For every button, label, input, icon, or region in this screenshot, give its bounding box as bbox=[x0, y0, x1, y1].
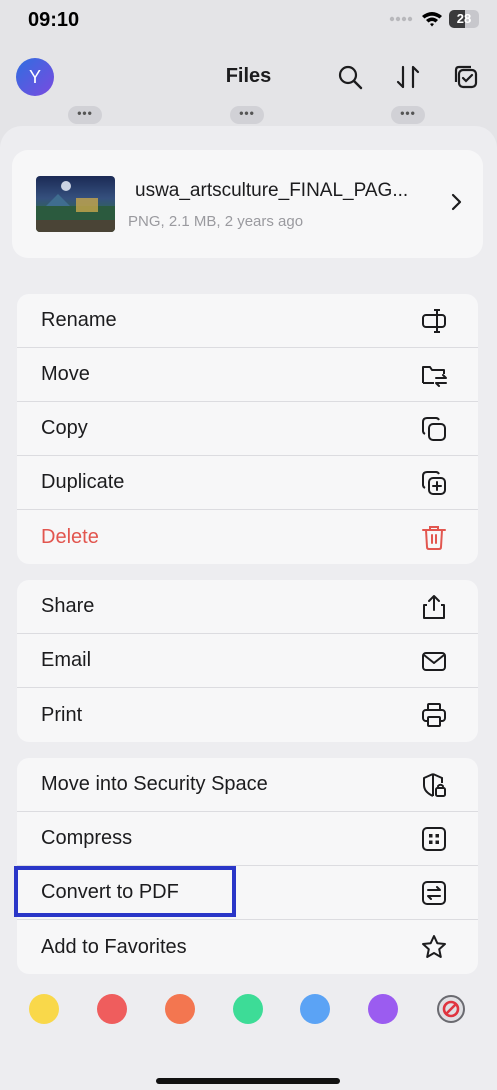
share-item[interactable]: Share bbox=[17, 580, 478, 634]
share-icon bbox=[423, 595, 445, 619]
color-tag-green[interactable] bbox=[233, 994, 263, 1024]
color-tag-row bbox=[0, 990, 497, 1030]
color-tag-purple[interactable] bbox=[368, 994, 398, 1024]
security-space-item[interactable]: Move into Security Space bbox=[17, 758, 478, 812]
rename-label: Rename bbox=[41, 309, 117, 331]
add-to-favorites-label: Add to Favorites bbox=[41, 935, 187, 958]
share-actions-group: Share Email Print bbox=[17, 580, 478, 742]
print-label: Print bbox=[41, 703, 83, 726]
more-icon: ••• bbox=[391, 106, 425, 124]
duplicate-label: Duplicate bbox=[41, 471, 125, 493]
move-item[interactable]: Move bbox=[17, 348, 478, 402]
shield-lock-icon bbox=[423, 773, 446, 797]
wifi-icon bbox=[422, 12, 442, 27]
move-label: Move bbox=[41, 363, 90, 385]
delete-label: Delete bbox=[41, 525, 99, 548]
duplicate-item[interactable]: Duplicate bbox=[17, 456, 478, 510]
file-thumbnail bbox=[36, 176, 115, 232]
app-bar: Y Files bbox=[0, 50, 497, 104]
print-item[interactable]: Print bbox=[17, 688, 478, 742]
compress-icon bbox=[422, 827, 446, 851]
more-icon: ••• bbox=[68, 106, 102, 124]
file-actions-group: Rename Move Copy Duplicate Delete bbox=[17, 294, 478, 564]
page-title: Files bbox=[225, 65, 272, 87]
color-tag-orange[interactable] bbox=[165, 994, 195, 1024]
add-to-favorites-item[interactable]: Add to Favorites bbox=[17, 920, 478, 974]
printer-icon bbox=[422, 703, 446, 727]
copy-icon bbox=[422, 417, 446, 441]
duplicate-icon bbox=[422, 471, 446, 495]
home-indicator bbox=[156, 1078, 340, 1084]
email-item[interactable]: Email bbox=[17, 634, 478, 688]
copy-label: Copy bbox=[41, 417, 88, 439]
search-icon[interactable] bbox=[336, 63, 364, 91]
rename-icon bbox=[422, 309, 446, 333]
no-color-icon[interactable] bbox=[436, 994, 466, 1024]
share-label: Share bbox=[41, 595, 95, 617]
file-name: uswa_artsculture_FINAL_PAG... bbox=[135, 180, 409, 201]
star-icon bbox=[422, 935, 446, 958]
more-actions-group: Move into Security Space Compress Conver… bbox=[17, 758, 478, 974]
compress-item[interactable]: Compress bbox=[17, 812, 478, 866]
convert-icon bbox=[422, 881, 446, 905]
convert-to-pdf-label: Convert to PDF bbox=[41, 881, 179, 903]
delete-item[interactable]: Delete bbox=[17, 510, 478, 564]
chevron-right-icon[interactable] bbox=[449, 192, 463, 212]
status-indicators: 28 bbox=[389, 10, 479, 28]
file-info-card[interactable]: uswa_artsculture_FINAL_PAG... PNG, 2.1 M… bbox=[12, 150, 483, 258]
compress-label: Compress bbox=[41, 827, 133, 849]
copy-item[interactable]: Copy bbox=[17, 402, 478, 456]
color-tag-red[interactable] bbox=[97, 994, 127, 1024]
convert-to-pdf-item[interactable]: Convert to PDF bbox=[17, 866, 478, 920]
trash-icon bbox=[422, 526, 446, 550]
status-time: 09:10 bbox=[28, 9, 80, 31]
action-sheet: uswa_artsculture_FINAL_PAG... PNG, 2.1 M… bbox=[0, 126, 497, 1090]
signal-icon bbox=[389, 16, 413, 22]
battery-level: 28 bbox=[456, 11, 472, 26]
mail-icon bbox=[422, 652, 446, 671]
color-tag-blue[interactable] bbox=[300, 994, 330, 1024]
more-icon: ••• bbox=[230, 106, 264, 124]
background-file-grid: ••• ••• ••• bbox=[0, 104, 497, 126]
security-space-label: Move into Security Space bbox=[41, 773, 268, 795]
status-bar: 09:10 28 bbox=[0, 0, 497, 42]
color-tag-yellow[interactable] bbox=[29, 994, 59, 1024]
select-icon[interactable] bbox=[452, 63, 480, 91]
move-folder-icon bbox=[422, 366, 447, 387]
battery-icon: 28 bbox=[449, 10, 479, 28]
rename-item[interactable]: Rename bbox=[17, 294, 478, 348]
email-label: Email bbox=[41, 649, 92, 671]
sort-icon[interactable] bbox=[394, 63, 422, 91]
file-meta: PNG, 2.1 MB, 2 years ago bbox=[128, 213, 304, 230]
